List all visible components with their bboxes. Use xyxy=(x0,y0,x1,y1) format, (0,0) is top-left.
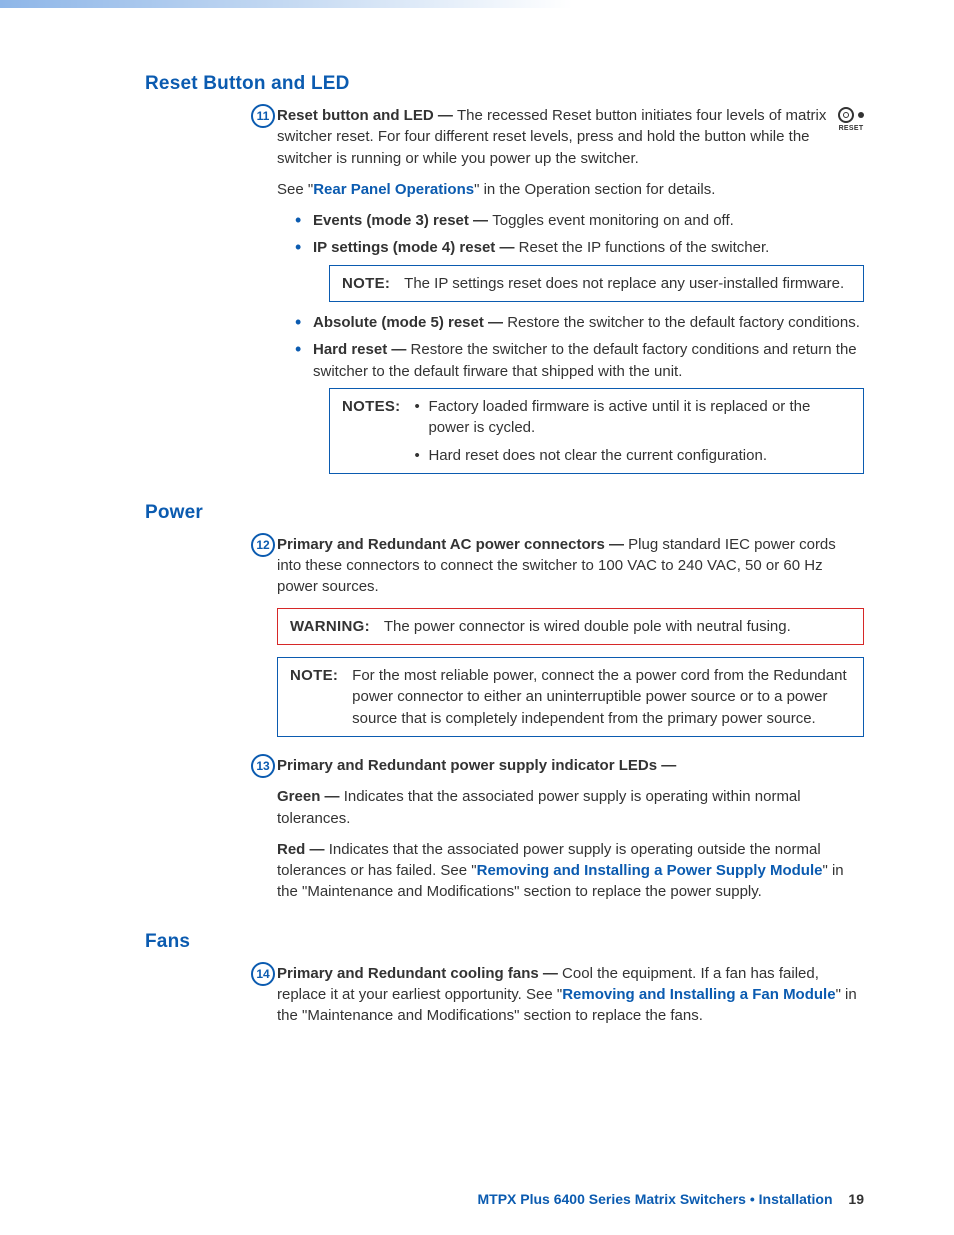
notes-item-b: Hard reset does not clear the current co… xyxy=(414,445,851,466)
item-14-text: Primary and Redundant cooling fans — Coo… xyxy=(277,963,864,1027)
top-gradient-band xyxy=(0,0,954,8)
item-13-green: Green — Indicates that the associated po… xyxy=(277,786,864,829)
item-14: 14 Primary and Redundant cooling fans — … xyxy=(145,963,864,1027)
note-power: NOTE: For the most reliable power, conne… xyxy=(277,657,864,737)
item-11-bullets: Events (mode 3) reset — Toggles event mo… xyxy=(277,210,864,474)
heading-reset: Reset Button and LED xyxy=(145,73,864,95)
notes-list: Factory loaded firmware is active until … xyxy=(414,396,851,466)
link-fan-module[interactable]: Removing and Installing a Fan Module xyxy=(562,986,835,1003)
note-text: For the most reliable power, connect the… xyxy=(352,665,851,729)
link-power-supply-module[interactable]: Removing and Installing a Power Supply M… xyxy=(477,862,823,879)
callout-11: 11 xyxy=(251,104,275,128)
item-12-text: Primary and Redundant AC power connector… xyxy=(277,534,864,598)
heading-power: Power xyxy=(145,502,864,524)
page-footer: MTPX Plus 6400 Series Matrix Switchers •… xyxy=(478,1191,865,1207)
item-12: 12 Primary and Redundant AC power connec… xyxy=(145,534,864,737)
item-11-see: See "Rear Panel Operations" in the Opera… xyxy=(277,179,864,200)
item-11: 11 RESET Reset button and LED — The rece… xyxy=(145,105,864,474)
bullet-events-reset: Events (mode 3) reset — Toggles event mo… xyxy=(297,210,864,231)
notes-item-a: Factory loaded firmware is active until … xyxy=(414,396,851,439)
note-text: The IP settings reset does not replace a… xyxy=(404,273,844,294)
bullet-hard-reset: Hard reset — Restore the switcher to the… xyxy=(297,339,864,473)
reset-icon: RESET xyxy=(838,107,864,132)
footer-page-number: 19 xyxy=(848,1191,864,1207)
bullet-ip-reset: IP settings (mode 4) reset — Reset the I… xyxy=(297,237,864,302)
note-label: NOTE: xyxy=(290,665,338,729)
callout-14: 14 xyxy=(251,962,275,986)
warning-text: The power connector is wired double pole… xyxy=(384,616,791,637)
item-11-lead: Reset button and LED — The recessed Rese… xyxy=(277,105,864,169)
reset-icon-label: RESET xyxy=(838,125,864,132)
note-ip-reset: NOTE: The IP settings reset does not rep… xyxy=(329,265,864,302)
heading-fans: Fans xyxy=(145,931,864,953)
callout-13: 13 xyxy=(251,754,275,778)
item-13: 13 Primary and Redundant power supply in… xyxy=(145,755,864,903)
warning-label: WARNING: xyxy=(290,616,370,637)
warning-power: WARNING: The power connector is wired do… xyxy=(277,608,864,645)
page-content: Reset Button and LED 11 RESET Reset butt… xyxy=(0,8,954,1027)
link-rear-panel-operations[interactable]: Rear Panel Operations xyxy=(313,181,474,198)
item-13-heading: Primary and Redundant power supply indic… xyxy=(277,755,864,776)
item-11-lead-bold: Reset button and LED — xyxy=(277,107,457,124)
notes-label: NOTES: xyxy=(342,396,400,466)
bullet-absolute-reset: Absolute (mode 5) reset — Restore the sw… xyxy=(297,312,864,333)
item-13-red: Red — Indicates that the associated powe… xyxy=(277,839,864,903)
footer-title: MTPX Plus 6400 Series Matrix Switchers •… xyxy=(478,1191,833,1207)
note-label: NOTE: xyxy=(342,273,390,294)
notes-hard-reset: NOTES: Factory loaded firmware is active… xyxy=(329,388,864,474)
callout-12: 12 xyxy=(251,533,275,557)
